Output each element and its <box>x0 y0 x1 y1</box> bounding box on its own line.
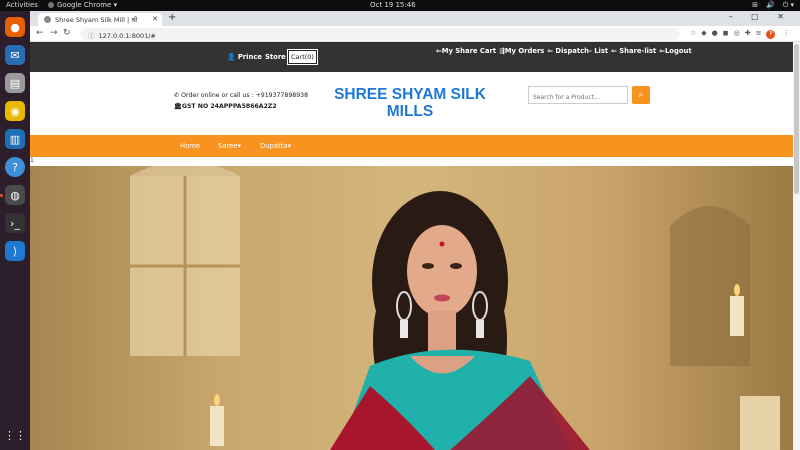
page-scrollbar[interactable] <box>793 42 800 450</box>
power-icon: ⏻ ▾ <box>782 1 794 9</box>
volume-icon: 🔊 <box>766 1 775 9</box>
writer-icon[interactable]: ▥ <box>5 129 25 149</box>
menu-home[interactable]: Home <box>180 142 200 150</box>
tab-strip: Shree Shyam Silk Mill | श्री ✕ + – ▢ ✕ <box>30 11 800 26</box>
activities-button[interactable]: Activities <box>6 1 38 9</box>
close-tab-icon[interactable]: ✕ <box>152 15 158 23</box>
active-app-indicator <box>0 194 3 197</box>
address-bar[interactable]: ⓘ 127.0.0.1:8001/# <box>80 28 680 40</box>
web-page: 👤 Prince Store Cart(0) ⇐My Share Cart ⇶My… <box>30 42 793 450</box>
bank-icon: 🏛 <box>174 103 182 110</box>
extension-icon[interactable]: ◆ <box>701 29 706 37</box>
scrollbar-thumb[interactable] <box>794 44 799 194</box>
files-icon[interactable]: ▤ <box>5 73 25 93</box>
back-icon[interactable]: ← <box>36 28 44 38</box>
bookmark-star-icon[interactable]: ☆ <box>690 29 696 37</box>
extension-icon[interactable]: ● <box>712 29 718 37</box>
brand-title[interactable]: SHREE SHYAM SILK MILLS <box>320 86 500 120</box>
site-info-icon[interactable]: ⓘ <box>88 32 95 40</box>
site-header: ✆ Order online or call us : +91937789893… <box>30 72 793 135</box>
logout-link[interactable]: ⇐Logout <box>659 47 691 55</box>
network-icon: ⊞ <box>752 1 758 9</box>
favicon-icon <box>44 16 51 23</box>
site-top-nav: 👤 Prince Store Cart(0) ⇐My Share Cart ⇶My… <box>30 42 793 72</box>
forward-icon[interactable]: → <box>50 28 58 38</box>
menu-saree[interactable]: Saree▾ <box>218 142 241 150</box>
profile-avatar[interactable]: P <box>766 30 776 39</box>
show-apps-icon[interactable]: ⋮⋮ <box>4 425 26 445</box>
app-menu-label: Google Chrome ▾ <box>57 1 118 9</box>
system-tray[interactable]: ⊞ 🔊 ⏻ ▾ <box>744 1 794 10</box>
thunderbird-icon[interactable]: ✉ <box>5 45 25 65</box>
toolbar: ← → ↻ ⓘ 127.0.0.1:8001/# ☆ ◆ ● ◼ ◎ ✚ ≡ P ⋮ <box>30 26 800 42</box>
cart-button[interactable]: Cart(0) <box>287 49 318 65</box>
reload-icon[interactable]: ↻ <box>63 28 71 38</box>
browser-window: Shree Shyam Silk Mill | श्री ✕ + – ▢ ✕ ←… <box>30 11 800 450</box>
banner-illustration <box>130 166 780 450</box>
tab-title: Shree Shyam Silk Mill | श्री <box>55 16 138 24</box>
clock[interactable]: Oct 19 15:46 <box>370 1 416 9</box>
account-links: ⇐My Share Cart ⇶My Orders ⇐ Dispatch- List… <box>436 47 695 55</box>
app-menu[interactable]: Google Chrome ▾ <box>48 1 117 9</box>
terminal-icon[interactable]: ›_ <box>5 213 25 233</box>
banner-label: 1 <box>30 157 34 164</box>
firefox-icon[interactable]: ● <box>5 17 25 37</box>
os-top-bar: Activities Google Chrome ▾ Oct 19 15:46 … <box>0 0 800 11</box>
media-icon[interactable]: ≡ <box>756 29 762 37</box>
my-orders-link[interactable]: ⇶My Orders <box>499 47 544 55</box>
gst-text: GST NO 24APPPA5866A2Z2 <box>181 103 277 110</box>
hero-section: 1 <box>30 157 793 450</box>
extension-icon[interactable]: ◎ <box>734 29 740 37</box>
window-controls[interactable]: – ▢ ✕ <box>729 12 792 21</box>
extensions-area: ☆ ◆ ● ◼ ◎ ✚ ≡ P ⋮ <box>690 29 795 39</box>
main-menu: Home Saree▾ Dupatta▾ <box>30 135 793 157</box>
rhythmbox-icon[interactable]: ◉ <box>5 101 25 121</box>
contact-text: Order online or call us : +919377898938 <box>181 92 309 99</box>
menu-kebab-icon[interactable]: ⋮ <box>783 29 790 37</box>
dispatch-list-link[interactable]: ⇐ Dispatch- List <box>547 47 608 55</box>
store-link[interactable]: Store <box>265 53 286 61</box>
dock: ● ✉ ▤ ◉ ▥ ? ◍ ›_ ⟩ ⋮⋮ <box>0 11 30 450</box>
browser-tab[interactable]: Shree Shyam Silk Mill | श्री ✕ <box>38 13 162 26</box>
chrome-dock-icon[interactable]: ◍ <box>5 185 25 205</box>
search-input[interactable] <box>528 86 628 104</box>
chrome-icon <box>48 2 54 8</box>
user-link[interactable]: 👤 Prince <box>227 53 262 61</box>
url-text: 127.0.0.1:8001/# <box>98 32 156 40</box>
vscode-icon[interactable]: ⟩ <box>5 241 25 261</box>
new-tab-button[interactable]: + <box>168 12 176 23</box>
search-button[interactable]: ⌕ <box>632 86 650 104</box>
share-list-link[interactable]: ⇐ Share-list <box>611 47 656 55</box>
hero-banner-image <box>30 166 793 450</box>
extensions-puzzle-icon[interactable]: ✚ <box>745 29 751 37</box>
menu-dupatta[interactable]: Dupatta▾ <box>260 142 291 150</box>
help-icon[interactable]: ? <box>5 157 25 177</box>
my-share-cart-link[interactable]: ⇐My Share Cart <box>436 47 496 55</box>
contact-info: ✆ Order online or call us : +91937789893… <box>174 90 308 112</box>
search-icon: ⌕ <box>638 90 644 99</box>
extension-icon[interactable]: ◼ <box>723 29 729 37</box>
